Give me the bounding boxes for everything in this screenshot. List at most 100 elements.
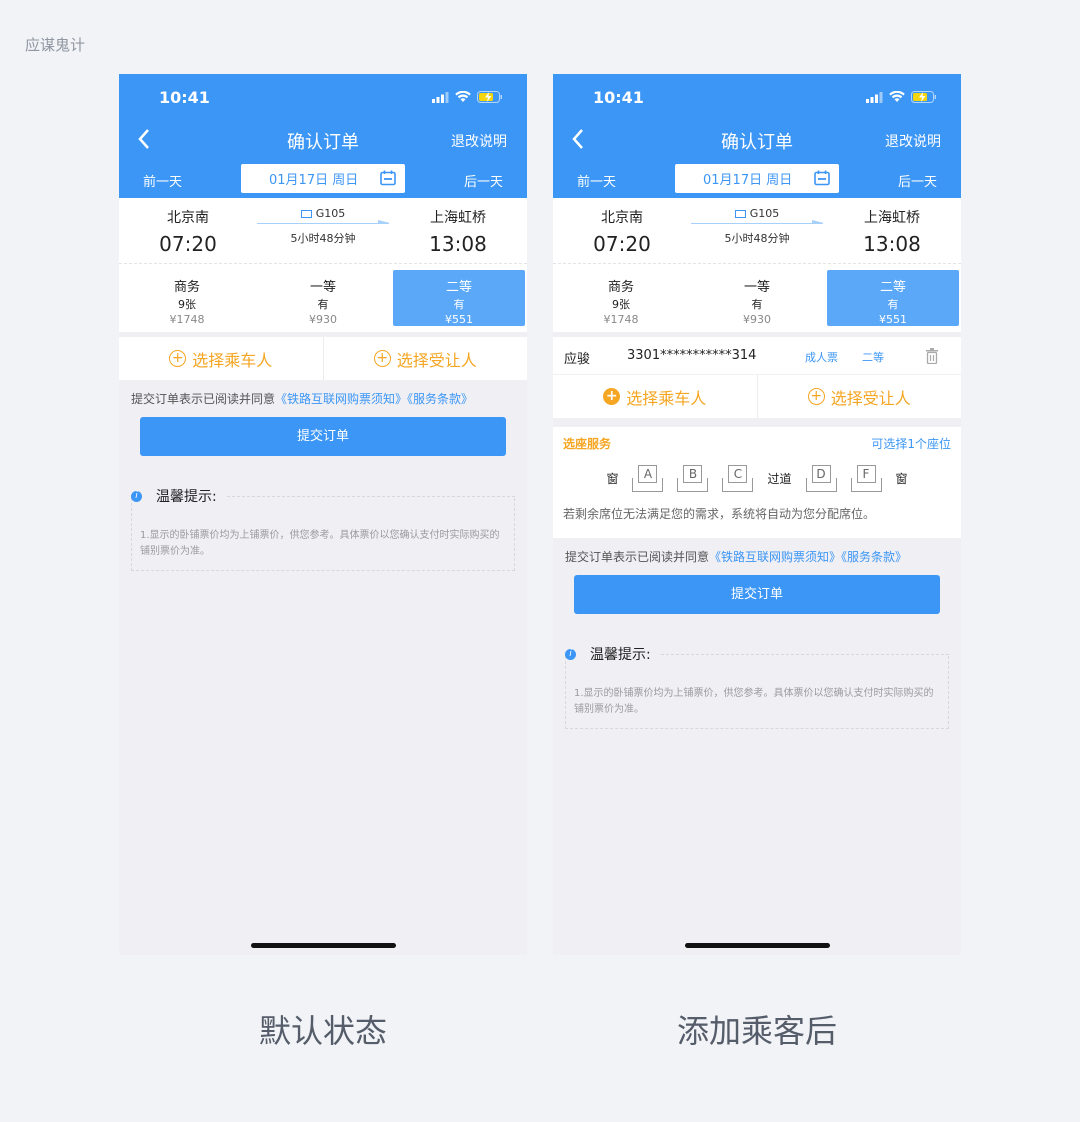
seat-c[interactable]: C <box>722 465 754 492</box>
seat-class-first[interactable]: 一等 有 ¥930 <box>257 270 389 326</box>
seat-b[interactable]: B <box>677 465 709 492</box>
seat-class-name: 商务 <box>607 280 634 295</box>
seat-a[interactable]: A <box>632 465 664 492</box>
window-label: 窗 <box>895 472 908 486</box>
seat-class-price: ¥551 <box>879 313 907 326</box>
calendar-icon <box>814 170 830 186</box>
seat-class-second[interactable]: 二等 有 ¥551 <box>827 270 959 326</box>
tips-content: 1.显示的卧铺票价均为上铺票价，供您参考。具体票价以您确认支付时实际购买的铺别票… <box>565 656 949 729</box>
train-number-label: G105 <box>749 207 780 220</box>
battery-charging-icon <box>911 91 936 103</box>
passenger-id: 3301***********314 <box>627 348 757 363</box>
agreement-text: 提交订单表示已阅读并同意《铁路互联网购票须知》《服务条款》 <box>119 380 527 417</box>
train-card-icon <box>300 210 312 218</box>
phone-default-state: 10:41 确认订单 退改说明 前一天 01月17日 周日 后一天 北京南 07… <box>119 74 527 955</box>
passenger-row: 应骏 3301***********314 成人票 二等 <box>553 337 961 375</box>
refund-rules-link[interactable]: 退改说明 <box>885 131 941 151</box>
info-icon: i <box>131 490 142 502</box>
submit-order-button[interactable]: 提交订单 <box>140 417 506 456</box>
seat-class-price: ¥930 <box>309 313 337 326</box>
choose-passenger-label: 选择乘车人 <box>626 388 707 408</box>
next-day-button[interactable]: 后一天 <box>464 171 503 190</box>
seat-service-title: 选座服务 <box>563 437 612 451</box>
seat-class-availability: 有 <box>751 298 763 311</box>
route-arrow <box>691 220 824 224</box>
status-time: 10:41 <box>593 88 644 107</box>
seat-letter: C <box>728 465 748 483</box>
divider <box>226 495 515 497</box>
to-station: 上海虹桥 <box>430 210 486 226</box>
seat-class-price: ¥1748 <box>169 313 205 326</box>
seat-class-price: ¥930 <box>743 313 771 326</box>
wifi-icon <box>455 91 471 102</box>
header: 10:41 确认订单 退改说明 前一天 01月17日 周日 后一天 <box>553 74 961 198</box>
seat-class-availability: 有 <box>317 298 329 311</box>
trash-icon[interactable] <box>925 348 939 364</box>
ticket-type-selector[interactable]: 成人票 <box>805 349 838 365</box>
seat-d[interactable]: D <box>805 465 837 492</box>
date-picker[interactable]: 01月17日 周日 <box>675 164 839 193</box>
seat-class-business[interactable]: 商务 9张 ¥1748 <box>555 270 687 326</box>
seat-class-business[interactable]: 商务 9张 ¥1748 <box>121 270 253 326</box>
choose-beneficiary-button[interactable]: + 选择受让人 <box>322 337 528 380</box>
caption-passenger-added: 添加乘客后 <box>676 1012 837 1050</box>
aisle-label: 过道 <box>767 472 792 486</box>
seat-class-first[interactable]: 一等 有 ¥930 <box>691 270 823 326</box>
next-day-button[interactable]: 后一天 <box>898 171 937 190</box>
route-arrow <box>257 220 390 224</box>
seat-class-selector: 商务 9张 ¥1748 一等 有 ¥930 二等 有 ¥551 <box>553 264 961 332</box>
seat-map: 窗 A B C 过道 D F 窗 <box>553 465 961 492</box>
choose-passenger-label: 选择乘车人 <box>192 350 273 370</box>
seat-class-name: 二等 <box>445 280 472 295</box>
seat-f[interactable]: F <box>850 465 882 492</box>
date-label: 01月17日 周日 <box>269 173 359 188</box>
prev-day-button[interactable]: 前一天 <box>143 171 182 190</box>
seat-class-second[interactable]: 二等 有 ¥551 <box>393 270 525 326</box>
agreement-prefix: 提交订单表示已阅读并同意 <box>131 392 276 406</box>
status-icons <box>866 91 937 103</box>
seat-letter: B <box>683 465 703 483</box>
seat-class-availability: 9张 <box>178 298 196 311</box>
agreement-link[interactable]: 《铁路互联网购票须知》《服务条款》 <box>709 550 907 564</box>
train-info: 北京南 07:20 G105 5小时48分钟 上海虹桥 13:08 <box>553 198 961 264</box>
info-icon: i <box>565 648 576 660</box>
seat-class-price: ¥1748 <box>603 313 639 326</box>
seat-class-name: 一等 <box>743 280 770 295</box>
submit-order-button[interactable]: 提交订单 <box>574 575 940 614</box>
arrive-time: 13:08 <box>863 232 921 256</box>
seat-service-note: 若剩余席位无法满足您的需求，系统将自动为您分配席位。 <box>563 507 876 521</box>
agreement-link[interactable]: 《铁路互联网购票须知》《服务条款》 <box>275 392 473 406</box>
seat-class-name: 二等 <box>879 280 906 295</box>
status-time: 10:41 <box>159 88 210 107</box>
seat-class-name: 一等 <box>309 280 336 295</box>
passenger-name: 应骏 <box>564 352 591 367</box>
agreement-prefix: 提交订单表示已阅读并同意 <box>565 550 710 564</box>
train-number-label: G105 <box>315 207 346 220</box>
seat-class-availability: 有 <box>887 298 899 311</box>
choose-beneficiary-button[interactable]: + 选择受让人 <box>756 375 962 418</box>
agreement-text: 提交订单表示已阅读并同意《铁路互联网购票须知》《服务条款》 <box>553 538 961 575</box>
prev-day-button[interactable]: 前一天 <box>577 171 616 190</box>
choose-passenger-button[interactable]: + 选择乘车人 <box>553 375 757 418</box>
plus-circle-icon: + <box>807 388 825 405</box>
caption-default-state: 默认状态 <box>258 1012 387 1050</box>
choose-passenger-button[interactable]: + 选择乘车人 <box>119 337 323 380</box>
wifi-icon <box>889 91 905 102</box>
train-card-icon <box>734 210 746 218</box>
seat-service-hint: 可选择1个座位 <box>871 437 951 451</box>
divider <box>660 653 949 655</box>
date-picker[interactable]: 01月17日 周日 <box>241 164 405 193</box>
tips-title: 温馨提示: <box>156 489 217 505</box>
calendar-icon <box>380 170 396 186</box>
passenger-actions: + 选择乘车人 + 选择受让人 <box>553 375 961 418</box>
choose-beneficiary-label: 选择受让人 <box>396 350 477 370</box>
signal-icon <box>432 91 449 103</box>
date-label: 01月17日 周日 <box>703 173 793 188</box>
seat-letter: D <box>811 465 831 483</box>
tips-content: 1.显示的卧铺票价均为上铺票价，供您参考。具体票价以您确认支付时实际购买的铺别票… <box>131 498 515 571</box>
seat-selection-service: 选座服务 可选择1个座位 窗 A B C 过道 D F 窗 若剩余席位无法满足您… <box>553 427 961 538</box>
passenger-seat-class[interactable]: 二等 <box>862 349 884 365</box>
passenger-actions: + 选择乘车人 + 选择受让人 <box>119 337 527 380</box>
seat-class-price: ¥551 <box>445 313 473 326</box>
refund-rules-link[interactable]: 退改说明 <box>451 131 507 151</box>
